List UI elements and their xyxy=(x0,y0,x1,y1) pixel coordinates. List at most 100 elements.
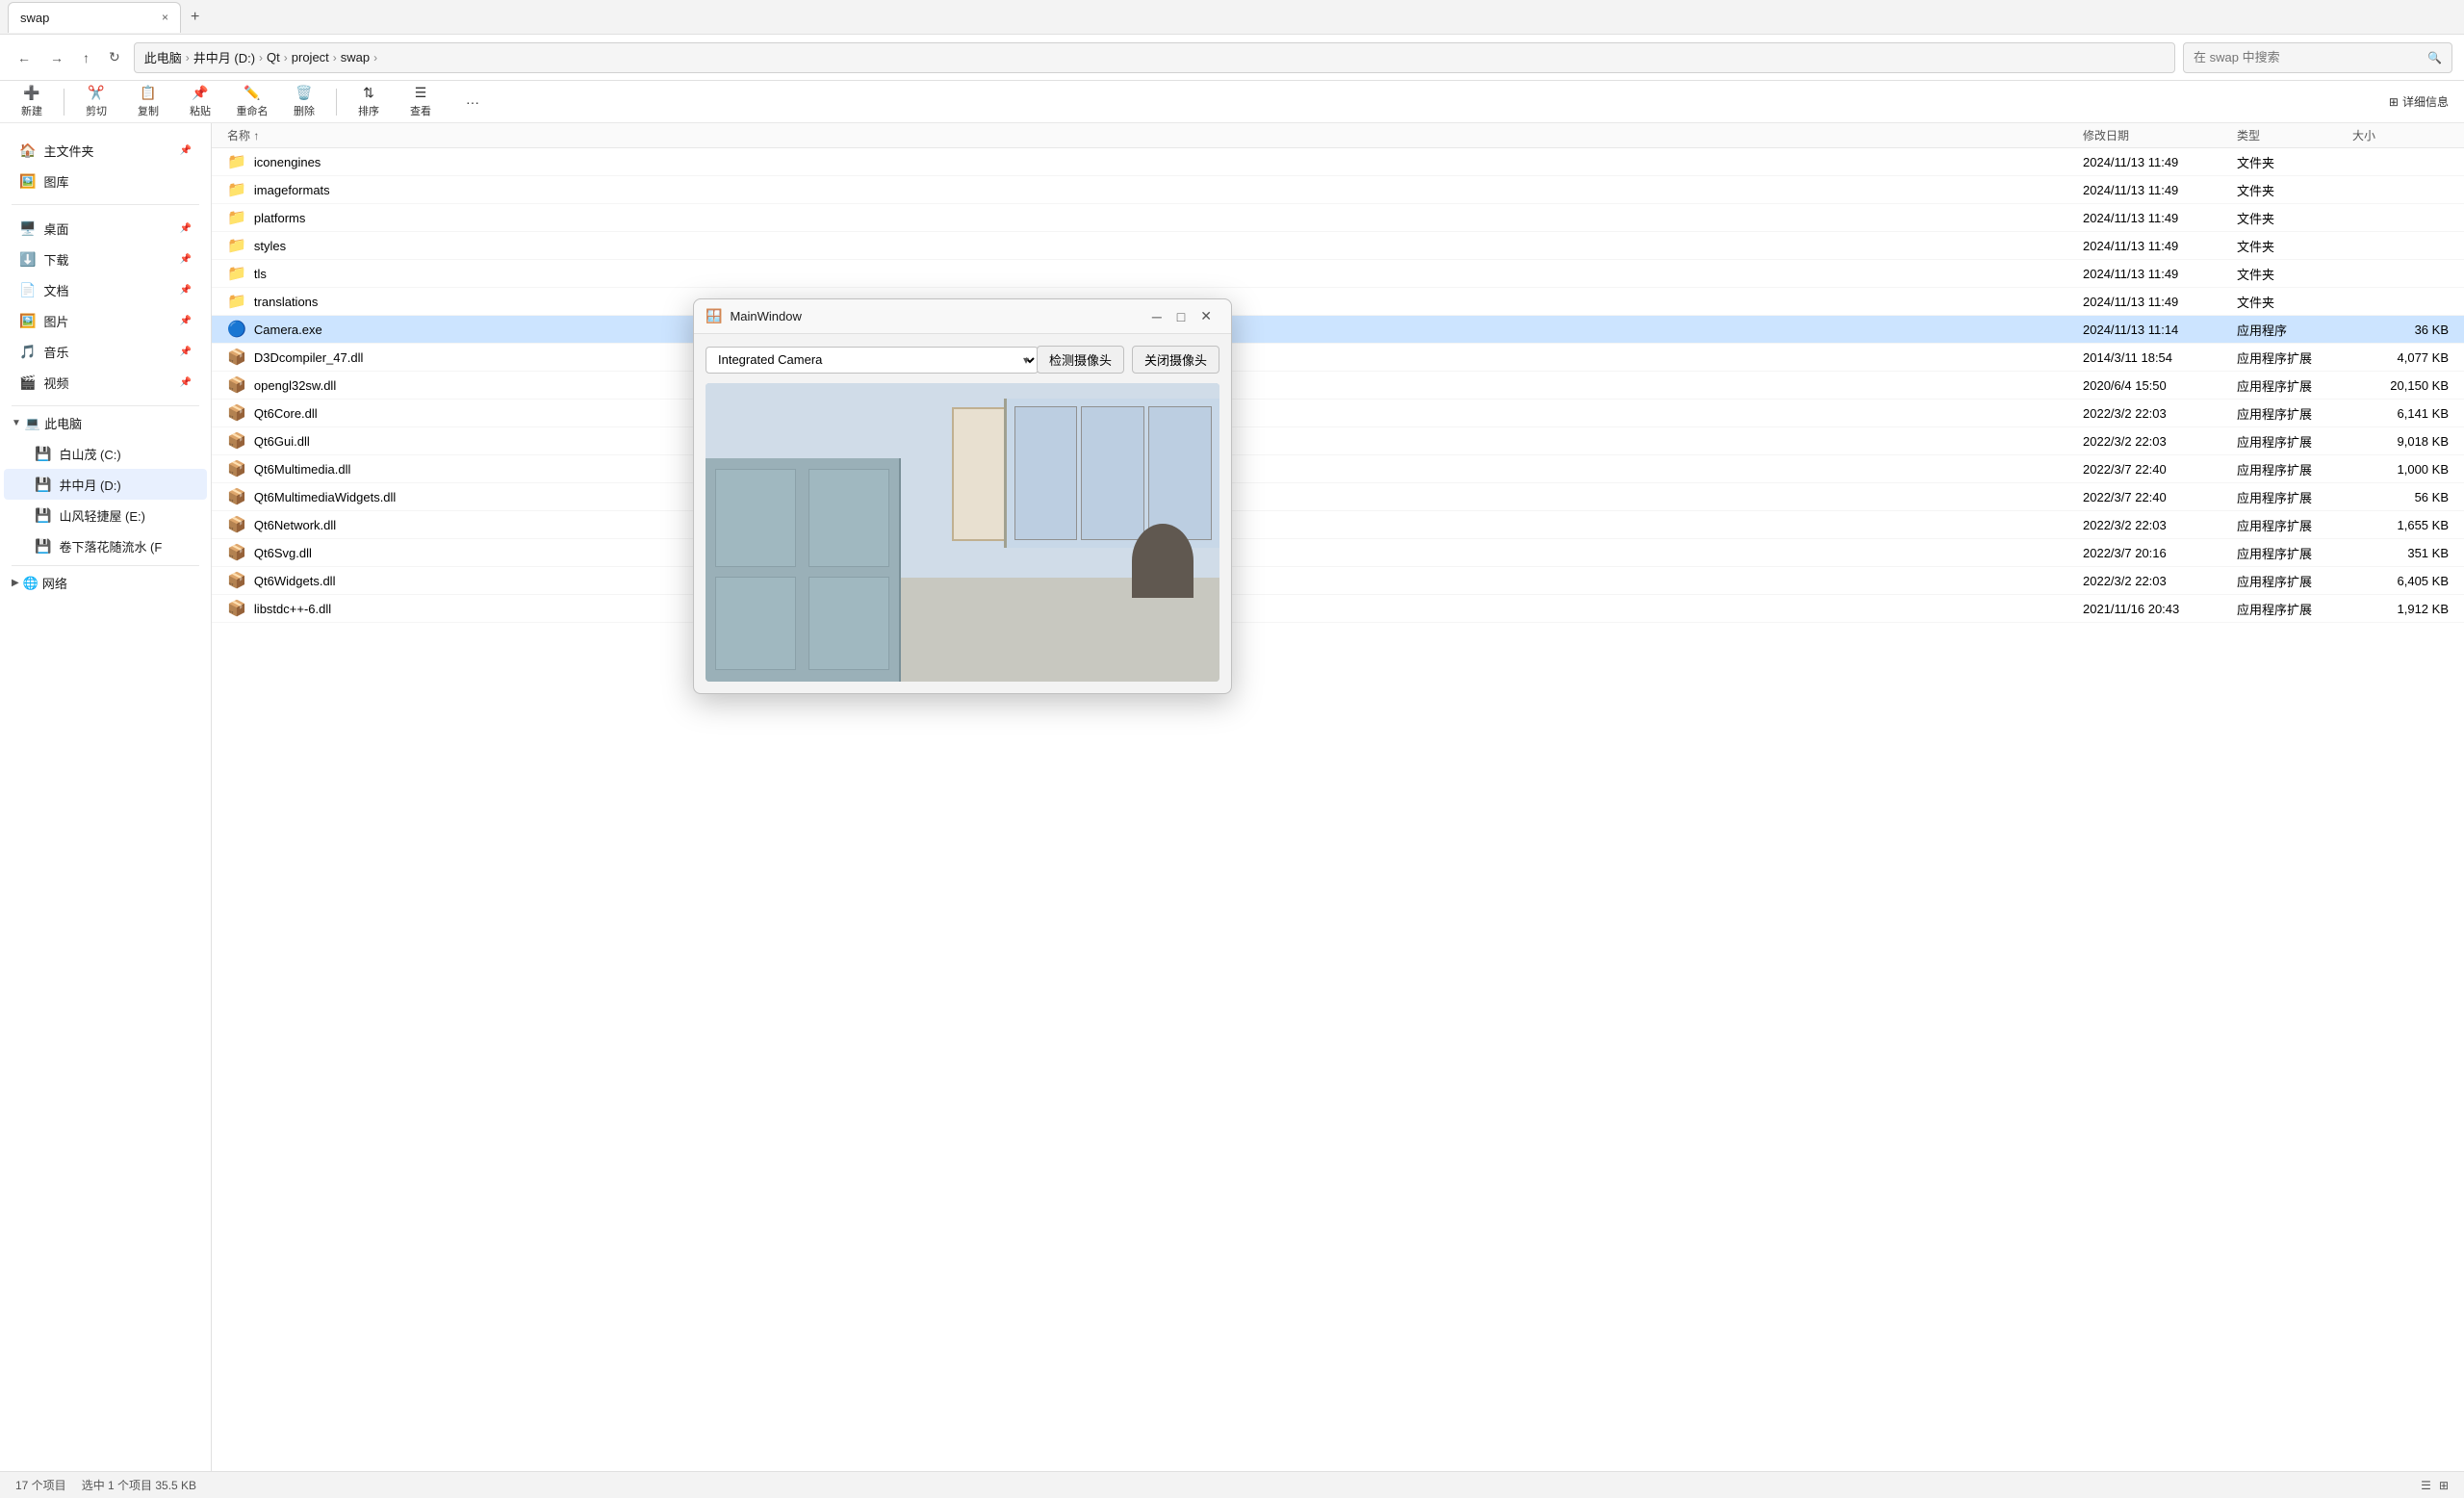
desktop-pin: 📌 xyxy=(180,223,192,234)
sidebar-group-this-pc[interactable]: ▼ 💻 此电脑 xyxy=(4,410,207,436)
popup-minimize-button[interactable]: ─ xyxy=(1144,305,1169,328)
sidebar-item-d-drive[interactable]: 💾 井中月 (D:) xyxy=(4,469,207,500)
popup-maximize-button[interactable]: □ xyxy=(1169,305,1193,328)
sidebar-item-home[interactable]: 🏠 主文件夹 📌 xyxy=(4,135,207,166)
table-row[interactable]: 📦 Qt6Widgets.dll 2022/3/2 22:03 应用程序扩展 6… xyxy=(212,567,2464,595)
file-type: 文件夹 xyxy=(2237,265,2352,283)
sidebar-item-videos[interactable]: 🎬 视频 📌 xyxy=(4,367,207,398)
table-row[interactable]: 📦 Qt6Core.dll 2022/3/2 22:03 应用程序扩展 6,14… xyxy=(212,400,2464,427)
file-type: 文件夹 xyxy=(2237,293,2352,311)
sidebar-item-documents[interactable]: 📄 文档 📌 xyxy=(4,274,207,305)
tab-close-button[interactable]: × xyxy=(162,11,168,24)
d-drive-icon: 💾 xyxy=(35,477,51,493)
file-size: 1,000 KB xyxy=(2352,462,2449,477)
this-pc-arrow: ▼ xyxy=(12,418,21,428)
file-date: 2022/3/7 20:16 xyxy=(2083,546,2237,560)
breadcrumb-this-pc[interactable]: 此电脑 xyxy=(144,48,182,66)
dll-icon: 📦 xyxy=(227,459,246,478)
file-name-cell: 📁 tls xyxy=(227,264,2083,283)
dll-icon: 📦 xyxy=(227,375,246,395)
table-row[interactable]: 🔵 Camera.exe 2024/11/13 11:14 应用程序 36 KB xyxy=(212,316,2464,344)
forward-button[interactable]: → xyxy=(44,46,69,69)
sidebar-pinned-section: 🏠 主文件夹 📌 🖼️ 图库 xyxy=(0,131,211,200)
table-row[interactable]: 📦 Qt6Network.dll 2022/3/2 22:03 应用程序扩展 1… xyxy=(212,511,2464,539)
file-date: 2020/6/4 15:50 xyxy=(2083,378,2237,393)
cut-button[interactable]: ✂️ 剪切 xyxy=(72,84,120,120)
table-row[interactable]: 📁 tls 2024/11/13 11:49 文件夹 xyxy=(212,260,2464,288)
search-icon: 🔍 xyxy=(2427,51,2442,65)
refresh-button[interactable]: ↻ xyxy=(103,45,126,69)
table-row[interactable]: 📁 translations 2024/11/13 11:49 文件夹 xyxy=(212,288,2464,316)
back-button[interactable]: ← xyxy=(12,46,37,69)
breadcrumb-swap[interactable]: swap xyxy=(341,50,370,65)
new-button[interactable]: ➕ 新建 xyxy=(8,84,56,120)
up-button[interactable]: ↑ xyxy=(77,46,95,69)
view-button[interactable]: ☰ 查看 xyxy=(397,84,445,120)
breadcrumb-project[interactable]: project xyxy=(292,50,329,65)
camera-select[interactable]: Integrated Camera xyxy=(706,347,1039,374)
more-button[interactable]: ··· xyxy=(449,84,497,120)
table-row[interactable]: 📁 styles 2024/11/13 11:49 文件夹 xyxy=(212,232,2464,260)
status-right: ☰ ⊞ xyxy=(2421,1479,2449,1492)
table-row[interactable]: 📦 Qt6MultimediaWidgets.dll 2022/3/7 22:4… xyxy=(212,483,2464,511)
breadcrumb-qt[interactable]: Qt xyxy=(267,50,280,65)
file-name-cell: 📁 iconengines xyxy=(227,152,2083,171)
table-row[interactable]: 📦 D3Dcompiler_47.dll 2014/3/11 18:54 应用程… xyxy=(212,344,2464,372)
table-row[interactable]: 📦 libstdc++-6.dll 2021/11/16 20:43 应用程序扩… xyxy=(212,595,2464,623)
table-row[interactable]: 📁 imageformats 2024/11/13 11:49 文件夹 xyxy=(212,176,2464,204)
scene-person xyxy=(1132,524,1194,599)
copy-button[interactable]: 📋 复制 xyxy=(124,84,172,120)
file-name-label: Qt6Core.dll xyxy=(254,406,318,421)
rename-button[interactable]: ✏️ 重命名 xyxy=(228,84,276,120)
sidebar-item-pictures[interactable]: 🖼️ 图片 📌 xyxy=(4,305,207,336)
network-arrow: ▶ xyxy=(12,578,19,588)
sidebar-item-gallery[interactable]: 🖼️ 图库 xyxy=(4,166,207,196)
detail-icon: ⊞ xyxy=(2389,95,2399,109)
new-tab-button[interactable]: + xyxy=(183,5,207,30)
file-name-label: Qt6Widgets.dll xyxy=(254,574,336,588)
sidebar-item-downloads[interactable]: ⬇️ 下载 📌 xyxy=(4,244,207,274)
tab-swap[interactable]: swap × xyxy=(8,2,181,33)
close-camera-button[interactable]: 关闭摄像头 xyxy=(1132,346,1219,374)
paste-button[interactable]: 📌 粘贴 xyxy=(176,84,224,120)
breadcrumb-d-drive[interactable]: 井中月 (D:) xyxy=(193,48,255,66)
file-type: 应用程序扩展 xyxy=(2237,516,2352,534)
file-name-label: Qt6Network.dll xyxy=(254,518,336,532)
sidebar-group-network[interactable]: ▶ 🌐 网络 xyxy=(4,570,207,596)
detail-button[interactable]: ⊞ 详细信息 xyxy=(2381,90,2456,114)
table-row[interactable]: 📁 platforms 2024/11/13 11:49 文件夹 xyxy=(212,204,2464,232)
file-date: 2024/11/13 11:49 xyxy=(2083,183,2237,197)
table-row[interactable]: 📦 Qt6Gui.dll 2022/3/2 22:03 应用程序扩展 9,018… xyxy=(212,427,2464,455)
sidebar-item-music-label: 音乐 xyxy=(43,343,68,361)
sidebar-item-desktop[interactable]: 🖥️ 桌面 📌 xyxy=(4,213,207,244)
file-type: 应用程序扩展 xyxy=(2237,572,2352,590)
sidebar-separator-3 xyxy=(12,565,199,566)
sidebar-item-music[interactable]: 🎵 音乐 📌 xyxy=(4,336,207,367)
c-drive-label: 白山茂 (C:) xyxy=(59,445,120,463)
file-name-label: D3Dcompiler_47.dll xyxy=(254,350,363,365)
sort-button[interactable]: ⇅ 排序 xyxy=(345,84,393,120)
table-row[interactable]: 📦 Qt6Multimedia.dll 2022/3/7 22:40 应用程序扩… xyxy=(212,455,2464,483)
popup-window: 🪟 MainWindow ─ □ ✕ Integrated Camera ▾ 检… xyxy=(693,298,1232,694)
table-row[interactable]: 📦 opengl32sw.dll 2020/6/4 15:50 应用程序扩展 2… xyxy=(212,372,2464,400)
delete-button[interactable]: 🗑️ 删除 xyxy=(280,84,328,120)
dll-icon: 📦 xyxy=(227,515,246,534)
file-date: 2022/3/2 22:03 xyxy=(2083,574,2237,588)
sidebar-item-c-drive[interactable]: 💾 白山茂 (C:) xyxy=(4,438,207,469)
view-grid-icon[interactable]: ⊞ xyxy=(2439,1479,2449,1492)
detect-camera-button[interactable]: 检测摄像头 xyxy=(1037,346,1124,374)
sidebar-item-f-drive[interactable]: 💾 卷下落花随流水 (F xyxy=(4,530,207,561)
sidebar-item-e-drive[interactable]: 💾 山风轻捷屋 (E:) xyxy=(4,500,207,530)
file-list: 名称 ↑ 修改日期 类型 大小 📁 iconengines 2024/11/13… xyxy=(212,123,2464,1471)
search-input[interactable] xyxy=(2194,50,2427,65)
table-row[interactable]: 📁 iconengines 2024/11/13 11:49 文件夹 xyxy=(212,148,2464,176)
toolbar: ➕ 新建 ✂️ 剪切 📋 复制 📌 粘贴 ✏️ 重命名 🗑️ 删除 ⇅ 排序 ☰… xyxy=(0,81,2464,123)
popup-close-button[interactable]: ✕ xyxy=(1193,304,1219,328)
sidebar: 🏠 主文件夹 📌 🖼️ 图库 🖥️ 桌面 📌 ⬇️ 下载 📌 📄 xyxy=(0,123,212,1471)
tab-title: swap xyxy=(20,11,154,25)
c-drive-icon: 💾 xyxy=(35,446,51,462)
view-list-icon[interactable]: ☰ xyxy=(2421,1479,2431,1492)
item-count: 17 个项目 xyxy=(15,1477,66,1493)
search-box[interactable]: 🔍 xyxy=(2183,42,2452,73)
table-row[interactable]: 📦 Qt6Svg.dll 2022/3/7 20:16 应用程序扩展 351 K… xyxy=(212,539,2464,567)
